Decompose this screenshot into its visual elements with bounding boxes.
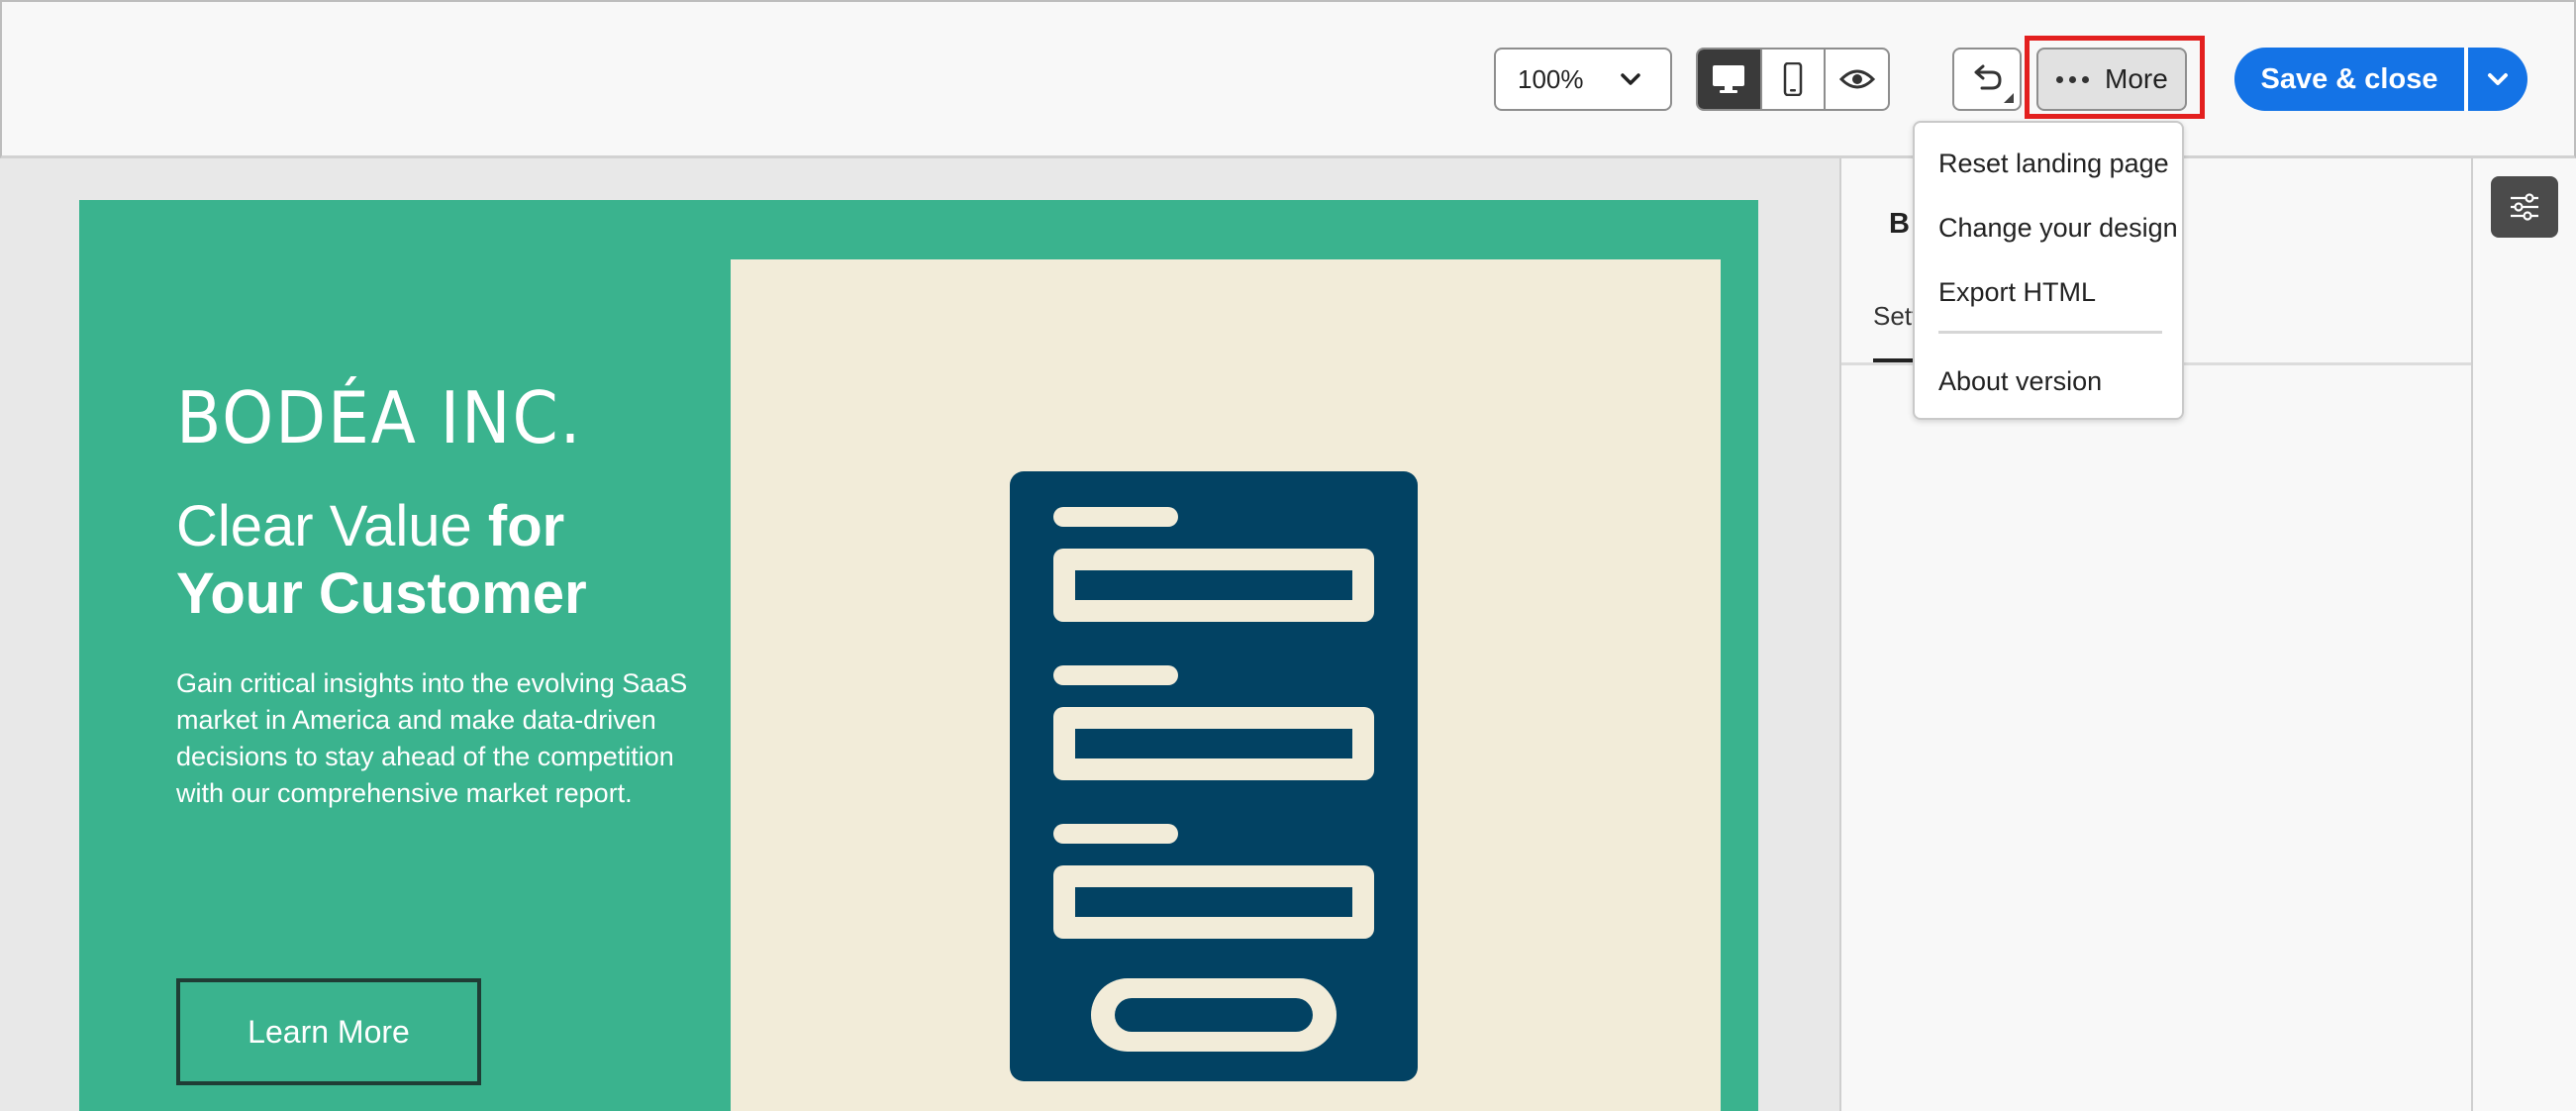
form-illustration-icon [1010,471,1418,1081]
headline-bold-text: for [487,494,565,558]
menu-item-about-version[interactable]: About version [1938,366,2102,397]
more-dots-icon [2056,75,2089,83]
more-button[interactable]: More [2036,48,2187,111]
learn-more-button[interactable]: Learn More [176,978,481,1085]
hero-image-panel [731,259,1721,1111]
properties-button[interactable] [2491,176,2558,238]
hero-body-text: Gain critical insights into the evolving… [176,668,688,808]
menu-item-export-html[interactable]: Export HTML [1938,277,2096,308]
menu-item-change-your-design[interactable]: Change your design [1938,213,2178,244]
view-mode-group [1696,48,1890,111]
undo-history-corner-icon [2004,93,2014,103]
eye-icon [1838,69,1875,89]
hero-headline: Clear Value for Your Customer [176,493,731,628]
preview-button[interactable] [1826,50,1888,109]
save-split-button: Save & close [2234,48,2527,111]
chevron-down-icon [1621,73,1640,85]
top-toolbar: 100% More Save & close [0,0,2576,158]
headline-light-text: Clear Value [176,494,488,558]
more-button-label: More [2105,63,2168,94]
landing-page-hero[interactable]: BODÉA INC. Clear Value for Your Customer… [79,200,1758,1111]
menu-divider [1938,331,2162,334]
undo-button[interactable] [1952,48,2022,111]
chevron-down-icon [2488,73,2508,85]
save-and-close-button[interactable]: Save & close [2234,48,2464,111]
mobile-view-button[interactable] [1762,50,1827,109]
undo-icon [1974,64,2002,90]
headline-bold-text-line2: Your Customer [176,561,587,626]
company-logo: BODÉA INC. [176,376,583,459]
panel-title: B [1889,208,1910,240]
menu-item-reset-landing-page[interactable]: Reset landing page [1938,149,2169,179]
zoom-select[interactable]: 100% [1494,48,1672,111]
save-options-button[interactable] [2468,48,2527,111]
zoom-value: 100% [1518,63,1584,94]
properties-rail [2473,158,2576,1111]
sliders-icon [2511,193,2538,221]
more-menu: Reset landing page Change your design Ex… [1913,121,2184,420]
desktop-icon [1713,65,1745,93]
mobile-icon [1783,62,1803,96]
desktop-view-button[interactable] [1698,50,1762,109]
